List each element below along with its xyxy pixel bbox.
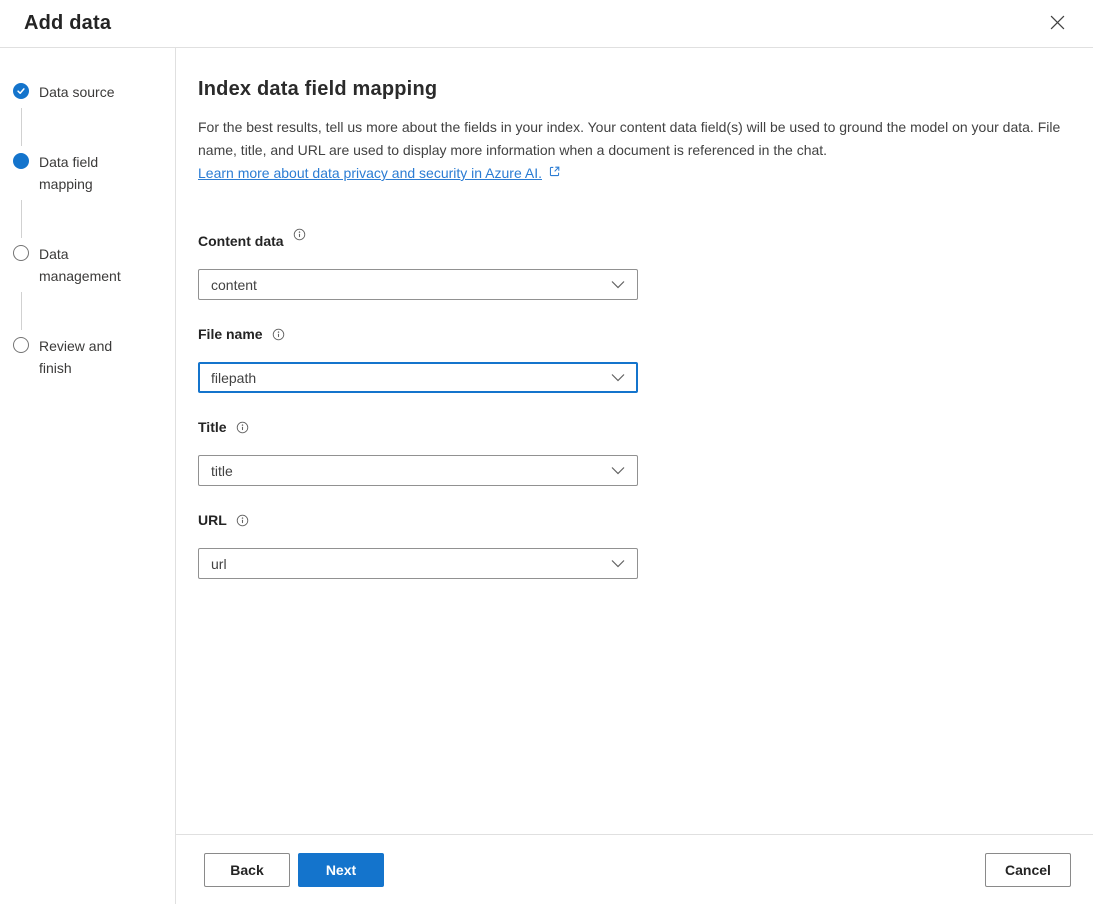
chevron-down-icon — [611, 462, 625, 480]
dialog-title: Add data — [24, 12, 112, 34]
info-icon[interactable] — [236, 514, 249, 527]
cancel-button[interactable]: Cancel — [985, 852, 1071, 887]
dialog-header: Add data — [0, 0, 1093, 48]
field-content-data: Content data content — [198, 228, 1067, 300]
step-connector — [21, 292, 22, 330]
field-file-name: File name filepath — [198, 325, 1067, 393]
dropdown-file-name[interactable]: filepath — [198, 362, 638, 393]
dropdown-content-data[interactable]: content — [198, 269, 638, 300]
dropdown-title[interactable]: title — [198, 455, 638, 486]
dropdown-url[interactable]: url — [198, 548, 638, 579]
info-icon[interactable] — [236, 421, 249, 434]
field-mapping-form: Content data content File name filepath … — [198, 228, 1067, 579]
info-icon[interactable] — [272, 328, 285, 341]
field-label-file-name: File name — [198, 326, 263, 342]
page-title: Index data field mapping — [198, 78, 438, 100]
chevron-down-icon — [611, 369, 625, 387]
step-current-icon — [13, 153, 29, 169]
dropdown-value: filepath — [211, 369, 257, 386]
external-link-icon — [548, 162, 561, 185]
field-title: Title title — [198, 418, 1067, 486]
field-label-content-data: Content data — [198, 233, 284, 249]
step-completed-check-icon — [13, 83, 29, 99]
chevron-down-icon — [611, 276, 625, 294]
dropdown-value: content — [211, 276, 257, 293]
back-button[interactable]: Back — [204, 852, 290, 887]
field-label-url: URL — [198, 512, 227, 528]
step-label-data-source: Data source — [39, 84, 115, 100]
step-connector — [21, 108, 22, 146]
wizard-step-data-field-mapping[interactable]: Data field mapping — [13, 151, 175, 195]
close-icon — [1050, 15, 1065, 33]
step-upcoming-icon — [13, 337, 29, 353]
description-text: For the best results, tell us more about… — [198, 119, 1061, 158]
step-label-data-field-mapping: Data field mapping — [39, 154, 99, 192]
step-connector — [21, 200, 22, 238]
wizard-step-data-source[interactable]: Data source — [13, 81, 175, 103]
learn-more-link[interactable]: Learn more about data privacy and securi… — [198, 162, 542, 185]
step-upcoming-icon — [13, 245, 29, 261]
dropdown-value: url — [211, 555, 227, 572]
field-label-title: Title — [198, 419, 227, 435]
wizard-steps-sidebar: Data source Data field mapping Data mana… — [0, 48, 176, 904]
dialog-footer: Back Next Cancel — [176, 834, 1093, 904]
wizard-step-review-and-finish: Review and finish — [13, 335, 175, 379]
field-url: URL url — [198, 511, 1067, 579]
step-label-review-and-finish: Review and finish — [39, 338, 113, 376]
next-button[interactable]: Next — [298, 852, 384, 887]
step-label-data-management: Data management — [39, 246, 121, 284]
dialog-body: Data source Data field mapping Data mana… — [0, 48, 1093, 904]
wizard-step-data-management: Data management — [13, 243, 175, 287]
close-button[interactable] — [1044, 9, 1071, 39]
info-icon[interactable] — [293, 228, 306, 241]
chevron-down-icon — [611, 555, 625, 573]
main-panel: Index data field mapping For the best re… — [176, 48, 1093, 904]
dropdown-value: title — [211, 462, 233, 479]
